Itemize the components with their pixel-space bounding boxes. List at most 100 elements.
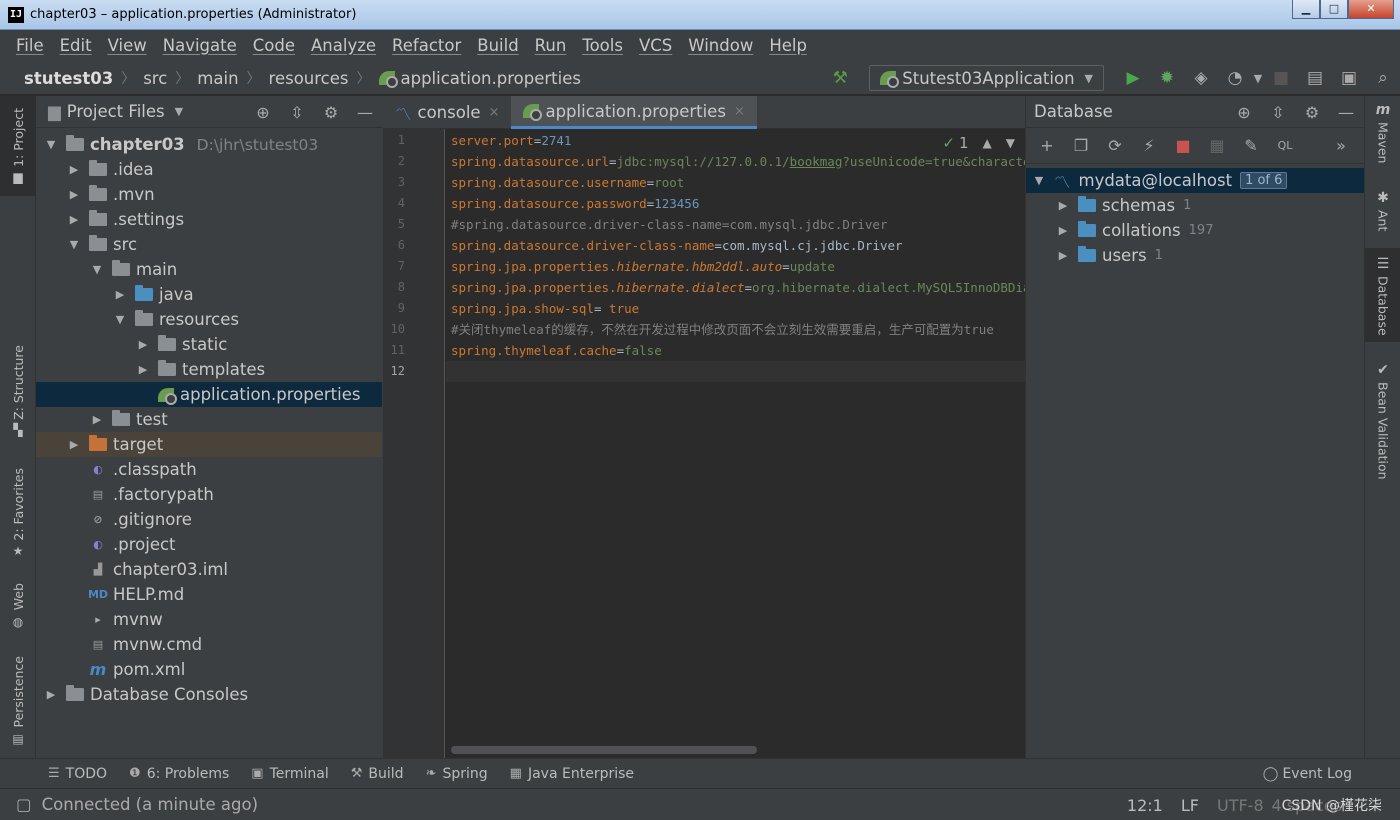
close-window-button[interactable]: ✕ <box>1348 0 1394 19</box>
tab-ant[interactable]: ✱ Ant <box>1365 190 1400 231</box>
chevron-right-icon[interactable]: ▶ <box>136 363 150 376</box>
chevron-right-icon[interactable]: ▶ <box>113 288 127 301</box>
event-log-button[interactable]: ◯ Event Log <box>1263 766 1352 782</box>
chevron-down-icon[interactable]: ▼ <box>90 263 104 276</box>
chevron-right-icon[interactable]: ▶ <box>67 163 81 176</box>
breadcrumb-item[interactable]: src <box>143 69 167 88</box>
query-console-icon[interactable]: QL <box>1274 135 1296 157</box>
profile-icon[interactable]: ◔ <box>1223 66 1247 90</box>
tree-item-test[interactable]: ▶ test <box>36 407 382 432</box>
tab-application-properties[interactable]: application.properties × <box>511 96 757 129</box>
chevron-right-icon[interactable]: ▶ <box>1056 224 1070 237</box>
menu-file[interactable]: File <box>16 36 44 55</box>
toggle-tool-windows-icon[interactable]: ▢ <box>16 795 32 814</box>
tree-item-mvnw-cmd[interactable]: ▤ mvnw.cmd <box>36 632 382 657</box>
tree-item-mvnw[interactable]: ▸ mvnw <box>36 607 382 632</box>
menu-vcs[interactable]: VCS <box>639 36 672 55</box>
tool-todo[interactable]: ☰ TODO <box>48 766 107 782</box>
collapse-all-icon[interactable]: ⇳ <box>285 100 309 124</box>
tool-6-problems[interactable]: ❶ 6: Problems <box>129 766 229 782</box>
tool-build[interactable]: ⚒ Build <box>351 766 404 782</box>
tree-item-project[interactable]: ◐ .project <box>36 532 382 557</box>
run-configuration-select[interactable]: Stutest03Application ▼ <box>869 65 1104 91</box>
code-editor[interactable]: server.port=2741 spring.datasource.url=jd… <box>446 129 1025 739</box>
project-view-select[interactable]: Project Files <box>67 102 165 121</box>
schema-sync-icon[interactable]: ⚡ <box>1138 135 1160 157</box>
refresh-icon[interactable]: ⟳ <box>1104 135 1126 157</box>
property-value-link[interactable]: bookmag <box>790 154 843 169</box>
menu-help[interactable]: Help <box>769 36 807 55</box>
menu-build[interactable]: Build <box>477 36 518 55</box>
coverage-icon[interactable]: ◈ <box>1189 66 1213 90</box>
debug-icon[interactable]: ✹ <box>1155 66 1179 90</box>
chevron-right-icon[interactable]: ▶ <box>67 438 81 451</box>
chevron-right-icon[interactable]: ▶ <box>67 188 81 201</box>
stop-icon[interactable]: ■ <box>1269 66 1293 90</box>
chevron-down-icon[interactable]: ▼ <box>1006 136 1015 150</box>
tree-item-target[interactable]: ▶ target <box>36 432 382 457</box>
close-tab-icon[interactable]: × <box>734 104 745 119</box>
code-line[interactable]: #spring.datasource.driver-class-name=com… <box>451 214 888 235</box>
code-line[interactable]: spring.datasource.username=root <box>451 172 684 193</box>
tool-spring[interactable]: ❧ Spring <box>426 766 488 782</box>
menu-run[interactable]: Run <box>535 36 567 55</box>
run-icon[interactable]: ▶ <box>1121 66 1145 90</box>
minimize-button[interactable]: ▁ <box>1292 0 1320 19</box>
chevron-down-icon[interactable]: ▼ <box>113 313 127 326</box>
tab-web[interactable]: Web ◍ <box>0 581 36 631</box>
hide-icon[interactable]: — <box>1334 100 1358 124</box>
tab-console[interactable]: 〽 console × <box>383 96 511 129</box>
inspection-widget[interactable]: ✓ 1 ▲ ▼ <box>942 134 1015 152</box>
tab-favorites[interactable]: 2: Favorites ★ <box>0 463 36 563</box>
search-icon[interactable]: ⌕ <box>1371 66 1395 90</box>
db-node-schemas[interactable]: ▶ schemas 1 <box>1026 193 1365 218</box>
line-separator[interactable]: LF <box>1181 796 1199 815</box>
project-structure-icon[interactable]: ▤ <box>1303 66 1327 90</box>
code-line[interactable]: spring.jpa.properties.hibernate.dialect=… <box>451 277 1025 298</box>
edit-icon[interactable]: ✎ <box>1240 135 1262 157</box>
close-tab-icon[interactable]: × <box>489 105 500 120</box>
window-titlebar[interactable]: IJ chapter03 – application.properties (A… <box>0 0 1400 30</box>
menu-edit[interactable]: Edit <box>60 36 92 55</box>
table-icon[interactable]: ▦ <box>1206 135 1228 157</box>
hide-icon[interactable]: — <box>353 100 377 124</box>
tree-item-factorypath[interactable]: ▤ .factorypath <box>36 482 382 507</box>
chevron-right-icon[interactable]: ▶ <box>1056 199 1070 212</box>
locate-icon[interactable]: ⊕ <box>251 100 275 124</box>
code-line[interactable]: #关闭thymeleaf的缓存，不然在开发过程中修改页面不会立刻生效需要重启，生… <box>451 319 994 340</box>
tree-item-classpath[interactable]: ◐ .classpath <box>36 457 382 482</box>
tree-item-help-md[interactable]: MD HELP.md <box>36 582 382 607</box>
db-node-users[interactable]: ▶ users 1 <box>1026 243 1365 268</box>
maximize-button[interactable]: □ <box>1320 0 1348 19</box>
menu-refactor[interactable]: Refactor <box>392 36 461 55</box>
chevron-down-icon[interactable]: ▼ <box>1252 66 1264 90</box>
horizontal-scrollbar[interactable] <box>451 746 757 754</box>
tree-item-src[interactable]: ▼ src <box>36 232 382 257</box>
chevron-right-icon[interactable]: ▶ <box>1056 249 1070 262</box>
menu-view[interactable]: View <box>108 36 147 55</box>
tab-bean-validation[interactable]: ✔ Bean Validation <box>1365 362 1400 480</box>
code-line[interactable]: spring.jpa.properties.hibernate.hbm2ddl.… <box>451 256 835 277</box>
chevron-down-icon[interactable]: ▼ <box>44 138 58 151</box>
breadcrumb-item[interactable]: application.properties <box>401 69 581 88</box>
menu-window[interactable]: Window <box>688 36 753 55</box>
gear-icon[interactable]: ⚙ <box>1300 100 1324 124</box>
add-icon[interactable]: + <box>1036 135 1058 157</box>
tree-item-chapter03-iml[interactable]: ▟ chapter03.iml <box>36 557 382 582</box>
breadcrumb-item[interactable]: stutest03 <box>24 69 113 88</box>
tree-item-templates[interactable]: ▶ templates <box>36 357 382 382</box>
tab-maven[interactable]: m Maven <box>1365 102 1400 163</box>
tree-item-pom-xml[interactable]: m pom.xml <box>36 657 382 682</box>
tool-terminal[interactable]: ▣ Terminal <box>251 766 328 782</box>
code-line[interactable]: spring.datasource.driver-class-name=com.… <box>451 235 903 256</box>
more-icon[interactable]: » <box>1330 135 1352 157</box>
chevron-right-icon[interactable]: ▶ <box>136 338 150 351</box>
tree-item-idea[interactable]: ▶ .idea <box>36 157 382 182</box>
db-node-collations[interactable]: ▶ collations 197 <box>1026 218 1365 243</box>
breadcrumb-item[interactable]: resources <box>269 69 349 88</box>
chevron-right-icon[interactable]: ▶ <box>44 688 58 701</box>
terminal-icon[interactable]: ▣ <box>1337 66 1361 90</box>
code-line[interactable] <box>446 361 1025 382</box>
code-line[interactable]: server.port=2741 <box>451 130 571 151</box>
gear-icon[interactable]: ⚙ <box>319 100 343 124</box>
